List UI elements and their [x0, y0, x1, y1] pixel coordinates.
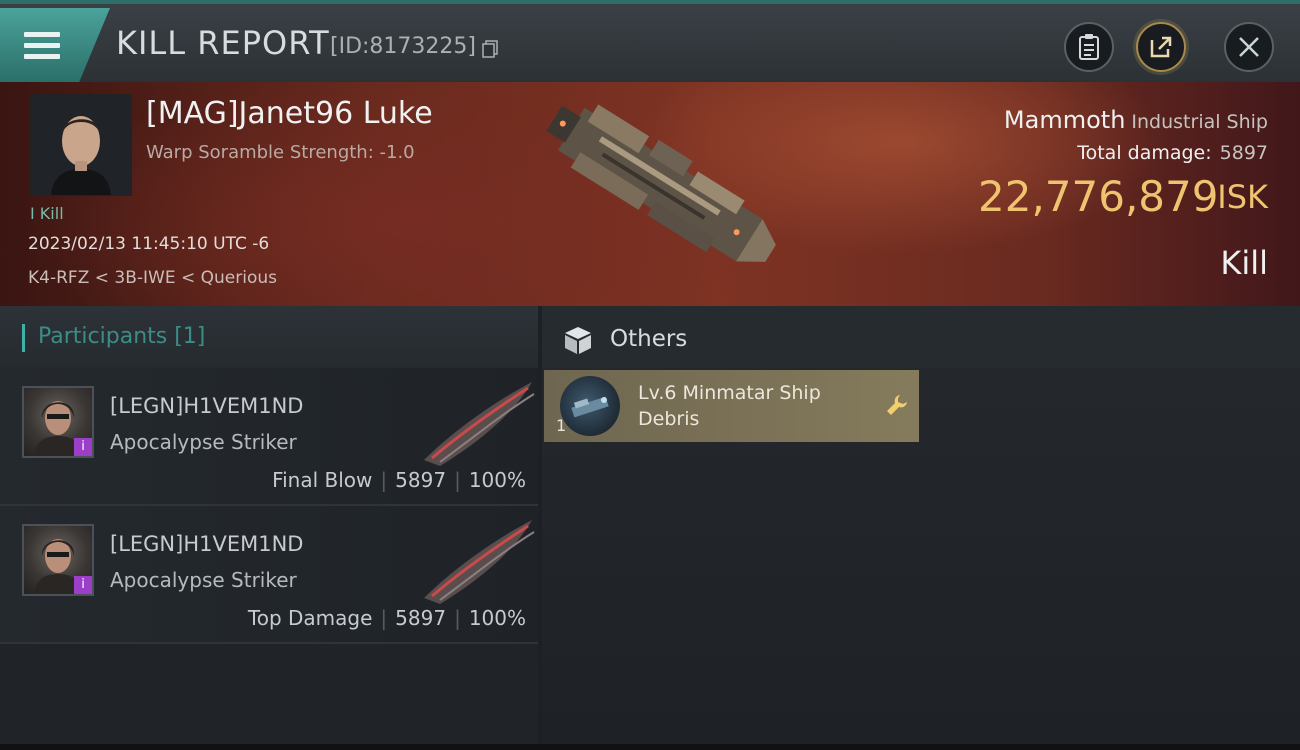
participant-stats: Final Blow | 5897 | 100% — [272, 468, 526, 492]
total-damage-value: 5897 — [1219, 142, 1268, 164]
info-badge[interactable]: i — [74, 576, 92, 594]
total-damage-label: Total damage: — [1077, 142, 1212, 164]
loot-item[interactable]: 1 Lv.6 Minmatar Ship Debris — [544, 370, 919, 442]
kill-report-window: KILL REPORT [ID:8173225] [MAG]Janet96 Lu… — [0, 0, 1300, 750]
participant-name: [LEGN]H1VEM1ND — [110, 532, 304, 556]
share-button[interactable] — [1136, 22, 1186, 72]
isk-unit: ISK — [1217, 178, 1268, 216]
victim-portrait[interactable] — [30, 94, 132, 196]
participant-name: [LEGN]H1VEM1ND — [110, 394, 304, 418]
header-accent-bar — [22, 324, 25, 352]
victim-ship-image — [546, 104, 776, 262]
participant-row[interactable]: i [LEGN]H1VEM1ND Apocalypse Striker Top … — [0, 506, 538, 644]
participants-panel: Participants [1] i [LEGN]H1VEM1ND Apocal… — [0, 306, 538, 746]
cube-icon — [565, 327, 591, 354]
report-id: [ID:8173225] — [330, 34, 476, 59]
close-button[interactable] — [1224, 22, 1274, 72]
participants-title: Participants [1] — [38, 324, 206, 349]
clipboard-button[interactable] — [1064, 22, 1114, 72]
bottom-edge — [0, 744, 1300, 750]
participant-ship-image — [424, 520, 535, 604]
isk-value: 22,776,879 — [978, 172, 1219, 221]
close-icon — [1239, 37, 1259, 57]
others-title: Others — [610, 326, 688, 352]
result-label: Kill — [1220, 244, 1268, 282]
menu-button[interactable] — [0, 8, 110, 82]
info-badge[interactable]: i — [74, 438, 92, 456]
participant-ship: Apocalypse Striker — [110, 430, 297, 454]
page-title: KILL REPORT — [116, 24, 330, 62]
item-name: Lv.6 Minmatar Ship Debris — [638, 382, 821, 430]
others-panel: Others 1 Lv.6 Minmatar Ship Debris — [542, 306, 1300, 746]
item-quantity: 1 — [556, 416, 567, 435]
participant-row[interactable]: i [LEGN]H1VEM1ND Apocalypse Striker Fina… — [0, 368, 538, 506]
ship-name: Mammoth — [1003, 106, 1126, 134]
kill-count-tag: I Kill — [30, 204, 64, 223]
wrench-icon[interactable] — [884, 392, 910, 418]
kill-location: K4-RFZ < 3B-IWE < Querious — [28, 268, 277, 288]
participant-damage: 5897 — [395, 606, 447, 630]
copy-icon[interactable] — [482, 40, 498, 58]
total-damage: Total damage: 5897 — [1077, 142, 1268, 164]
item-image — [560, 376, 620, 436]
hamburger-icon — [24, 32, 60, 60]
participant-damage: 5897 — [395, 468, 447, 492]
clipboard-icon — [1079, 34, 1099, 60]
participant-percent: 100% — [468, 606, 526, 630]
victim-name: [MAG]Janet96 Luke — [146, 96, 433, 131]
participant-role: Top Damage — [247, 606, 373, 630]
ship-class: Industrial Ship — [1131, 111, 1268, 133]
participant-ship: Apocalypse Striker — [110, 568, 297, 592]
participants-header: Participants [1] — [0, 306, 538, 368]
top-bar: KILL REPORT [ID:8173225] — [0, 0, 1300, 82]
victim-ship: Mammoth Industrial Ship — [1004, 106, 1268, 134]
participant-percent: 100% — [468, 468, 526, 492]
victim-banner: [MAG]Janet96 Luke Warp Soramble Strength… — [0, 82, 1300, 306]
others-header: Others — [542, 306, 1300, 368]
warp-scramble-strength: Warp Soramble Strength: -1.0 — [146, 142, 415, 163]
share-icon — [1150, 36, 1172, 58]
participant-ship-image — [424, 382, 535, 466]
debris-icon — [571, 396, 609, 418]
portrait-icon — [31, 95, 131, 195]
participant-role: Final Blow — [272, 468, 373, 492]
kill-datetime: 2023/02/13 11:45:10 UTC -6 — [28, 234, 270, 254]
participant-stats: Top Damage | 5897 | 100% — [247, 606, 526, 630]
